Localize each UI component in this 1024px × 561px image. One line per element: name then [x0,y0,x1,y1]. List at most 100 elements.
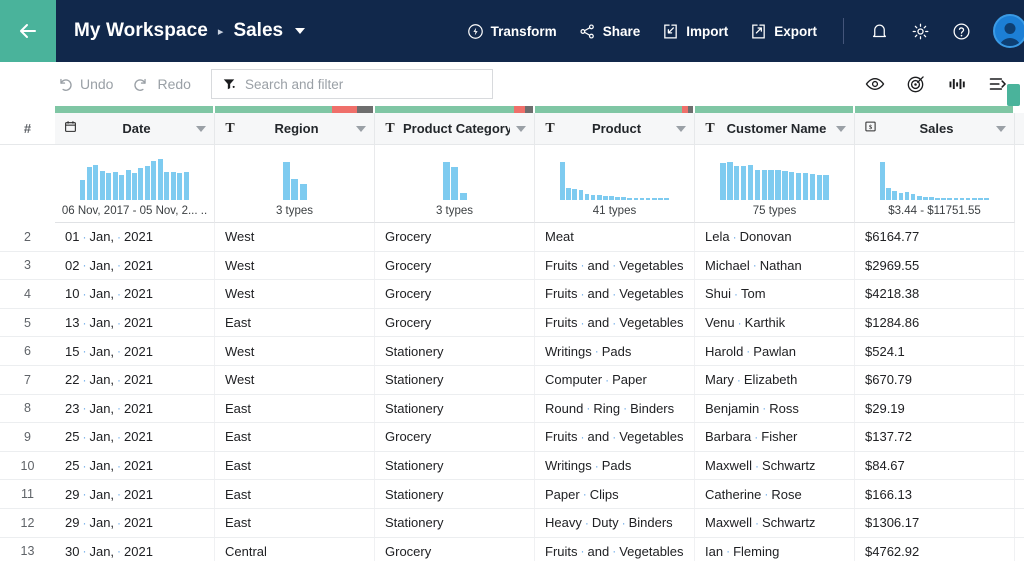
cell-date[interactable]: 23·Jan,·2021 [55,395,215,423]
cell-product-category[interactable]: Grocery [375,280,535,308]
cell-product[interactable]: Heavy·Duty·Binders [535,509,695,537]
cell-date[interactable]: 02·Jan,·2021 [55,252,215,280]
table-row[interactable]: 615·Jan,·2021WestStationeryWritings·Pads… [0,337,1024,366]
table-row[interactable]: 513·Jan,·2021EastGroceryFruits·and·Veget… [0,309,1024,338]
cell-region[interactable]: West [215,223,375,251]
cell-product[interactable]: Computer·Paper [535,366,695,394]
cell-product[interactable]: Writings·Pads [535,452,695,480]
column-summary[interactable]: 06 Nov, 2017 - 05 Nov, 2... .. [55,145,215,223]
cell-customer-name[interactable]: Mary·Elizabeth [695,366,855,394]
cell-product[interactable]: Fruits·and·Vegetables [535,309,695,337]
column-menu-chevron-down-icon[interactable] [516,126,526,132]
cell-region[interactable]: East [215,309,375,337]
preview-button[interactable] [865,74,885,94]
target-button[interactable] [906,74,926,94]
text-icon[interactable]: T [223,121,237,137]
transform-button[interactable]: Transform [467,23,557,40]
column-header-region[interactable]: TRegion [215,113,375,144]
cell-sales[interactable]: $1306.17 [855,509,1015,537]
cell-region[interactable]: East [215,509,375,537]
side-panel-handle[interactable] [1007,84,1020,106]
export-button[interactable]: Export [750,23,817,40]
column-summary[interactable]: 41 types [535,145,695,223]
column-header-product[interactable]: TProduct [535,113,695,144]
column-summary[interactable]: $3.44 - $11751.55 [855,145,1015,223]
cell-date[interactable]: 25·Jan,·2021 [55,452,215,480]
cell-sales[interactable]: $29.19 [855,395,1015,423]
cell-sales[interactable]: $670.79 [855,366,1015,394]
cell-customer-name[interactable]: Venu·Karthik [695,309,855,337]
cell-product-category[interactable]: Stationery [375,337,535,365]
text-icon[interactable]: T [703,121,717,137]
cell-product[interactable]: Fruits·and·Vegetables [535,280,695,308]
cell-region[interactable]: West [215,280,375,308]
cell-sales[interactable]: $4762.92 [855,538,1015,561]
search-input[interactable]: Search and filter [211,69,493,99]
notifications-button[interactable] [870,22,889,41]
avatar[interactable] [993,14,1024,48]
column-menu-chevron-down-icon[interactable] [356,126,366,132]
cell-region[interactable]: East [215,480,375,508]
cell-product-category[interactable]: Stationery [375,395,535,423]
column-menu-chevron-down-icon[interactable] [196,126,206,132]
cell-product-category[interactable]: Stationery [375,509,535,537]
table-row[interactable]: 410·Jan,·2021WestGroceryFruits·and·Veget… [0,280,1024,309]
table-row[interactable]: 1129·Jan,·2021EastStationeryPaper·ClipsC… [0,480,1024,509]
cell-customer-name[interactable]: Maxwell·Schwartz [695,452,855,480]
cell-product-category[interactable]: Stationery [375,480,535,508]
cell-customer-name[interactable]: Benjamin·Ross [695,395,855,423]
cell-date[interactable]: 25·Jan,·2021 [55,423,215,451]
cell-customer-name[interactable]: Shui·Tom [695,280,855,308]
cell-region[interactable]: East [215,452,375,480]
table-row[interactable]: 1229·Jan,·2021EastStationeryHeavy·Duty·B… [0,509,1024,538]
column-summary[interactable]: 75 types [695,145,855,223]
cell-date[interactable]: 10·Jan,·2021 [55,280,215,308]
table-row[interactable]: 1330·Jan,·2021CentralGroceryFruits·and·V… [0,538,1024,561]
column-header-sales[interactable]: $Sales [855,113,1015,144]
cell-date[interactable]: 22·Jan,·2021 [55,366,215,394]
cell-customer-name[interactable]: Barbara·Fisher [695,423,855,451]
currency-icon[interactable]: $ [863,120,877,138]
import-button[interactable]: Import [662,23,728,40]
cell-product[interactable]: Meat [535,223,695,251]
cell-region[interactable]: East [215,395,375,423]
cell-product[interactable]: Fruits·and·Vegetables [535,538,695,561]
cell-customer-name[interactable]: Catherine·Rose [695,480,855,508]
cell-sales[interactable]: $6164.77 [855,223,1015,251]
cell-product[interactable]: Paper·Clips [535,480,695,508]
table-row[interactable]: 201·Jan,·2021WestGroceryMeatLela·Donovan… [0,223,1024,252]
column-menu-chevron-down-icon[interactable] [996,126,1006,132]
table-row[interactable]: 925·Jan,·2021EastGroceryFruits·and·Veget… [0,423,1024,452]
settings-button[interactable] [911,22,930,41]
cell-product[interactable]: Round·Ring·Binders [535,395,695,423]
column-menu-chevron-down-icon[interactable] [676,126,686,132]
table-row[interactable]: 823·Jan,·2021EastStationeryRound·Ring·Bi… [0,395,1024,424]
help-button[interactable] [952,22,971,41]
cell-region[interactable]: West [215,337,375,365]
cell-product[interactable]: Fruits·and·Vegetables [535,423,695,451]
cell-date[interactable]: 29·Jan,·2021 [55,509,215,537]
column-header-customer-name[interactable]: TCustomer Name [695,113,855,144]
cell-product-category[interactable]: Grocery [375,252,535,280]
text-icon[interactable]: T [383,121,397,137]
column-menu-chevron-down-icon[interactable] [836,126,846,132]
cell-customer-name[interactable]: Maxwell·Schwartz [695,509,855,537]
cell-date[interactable]: 01·Jan,·2021 [55,223,215,251]
cell-sales[interactable]: $166.13 [855,480,1015,508]
redo-button[interactable]: Redo [133,76,190,93]
cell-product-category[interactable]: Stationery [375,366,535,394]
table-row[interactable]: 722·Jan,·2021WestStationeryComputer·Pape… [0,366,1024,395]
cell-sales[interactable]: $1284.86 [855,309,1015,337]
cell-sales[interactable]: $4218.38 [855,280,1015,308]
cell-date[interactable]: 13·Jan,·2021 [55,309,215,337]
breadcrumb-workspace[interactable]: My Workspace [74,20,208,42]
cell-date[interactable]: 15·Jan,·2021 [55,337,215,365]
cell-sales[interactable]: $524.1 [855,337,1015,365]
cell-date[interactable]: 30·Jan,·2021 [55,538,215,561]
cell-product-category[interactable]: Grocery [375,538,535,561]
cell-date[interactable]: 29·Jan,·2021 [55,480,215,508]
cell-customer-name[interactable]: Michael·Nathan [695,252,855,280]
table-row[interactable]: 302·Jan,·2021WestGroceryFruits·and·Veget… [0,252,1024,281]
cell-sales[interactable]: $137.72 [855,423,1015,451]
cell-product[interactable]: Writings·Pads [535,337,695,365]
